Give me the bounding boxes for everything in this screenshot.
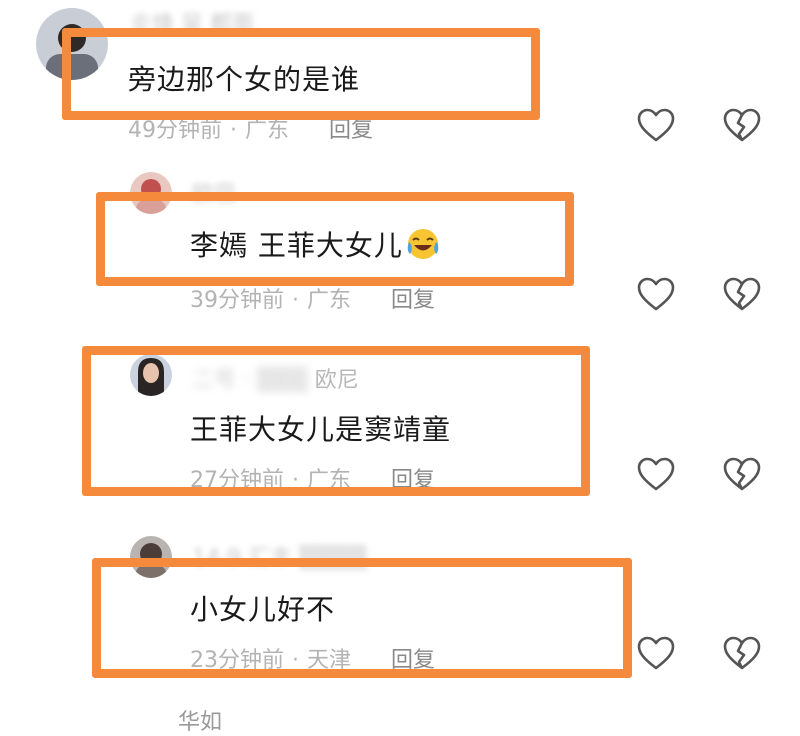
separator-dot: · — [292, 648, 299, 673]
comment-location: 广东 — [245, 118, 290, 143]
username[interactable]: 14·9 汇丰 ▒▒▒▒ — [192, 540, 367, 572]
avatar[interactable] — [36, 8, 108, 80]
comment-meta: 23分钟前 · 天津 回复 — [190, 642, 435, 674]
next-comment-username[interactable]: 华如 — [178, 704, 222, 736]
comment-meta: 39分钟前 · 广东 回复 — [190, 282, 435, 314]
comment-location: 广东 — [307, 288, 352, 313]
heart-outline-icon[interactable] — [636, 634, 676, 674]
heart-outline-icon[interactable] — [636, 455, 676, 495]
separator-dot: · — [230, 118, 237, 143]
comment-text: 旁边那个女的是谁 — [128, 63, 361, 96]
username[interactable]: 炎焕 吴 都面 — [130, 6, 254, 38]
comment-time: 27分钟前 — [190, 468, 284, 493]
comment-text-body: 李嫣 王菲大女儿 — [190, 229, 403, 262]
reply-button[interactable]: 回复 — [391, 468, 435, 493]
reply-button[interactable]: 回复 — [329, 118, 373, 143]
heart-outline-icon[interactable] — [636, 275, 676, 315]
comment-meta: 49分钟前 · 广东 回复 — [128, 112, 373, 144]
comment-text: 李嫣 王菲大女儿 — [190, 224, 441, 265]
reply-button[interactable]: 回复 — [391, 288, 435, 313]
comment-text: 王菲大女儿是窦靖童 — [190, 413, 452, 446]
comment-text: 小女儿好不 — [190, 593, 336, 626]
username-blurred: 二号 · ▒▒▒ — [192, 368, 308, 393]
broken-heart-icon[interactable] — [722, 455, 762, 495]
username[interactable]: 欧巴 — [192, 176, 236, 208]
avatar[interactable] — [130, 354, 172, 396]
heart-outline-icon[interactable] — [636, 106, 676, 146]
separator-dot: · — [292, 288, 299, 313]
broken-heart-icon[interactable] — [722, 106, 762, 146]
broken-heart-icon[interactable] — [722, 634, 762, 674]
broken-heart-icon[interactable] — [722, 275, 762, 315]
username[interactable]: 二号 · ▒▒▒ 欧尼 — [192, 362, 359, 394]
laughing-crying-emoji — [405, 226, 441, 262]
avatar[interactable] — [130, 172, 172, 214]
avatar[interactable] — [130, 536, 172, 578]
reply-button[interactable]: 回复 — [391, 648, 435, 673]
username-visible: 欧尼 — [314, 368, 359, 393]
comment-meta: 27分钟前 · 广东 回复 — [190, 462, 435, 494]
separator-dot: · — [292, 468, 299, 493]
comment-location: 广东 — [307, 468, 352, 493]
comment-time: 49分钟前 — [128, 118, 222, 143]
comment-location: 天津 — [307, 648, 352, 673]
comment-time: 23分钟前 — [190, 648, 284, 673]
comment-time: 39分钟前 — [190, 288, 284, 313]
